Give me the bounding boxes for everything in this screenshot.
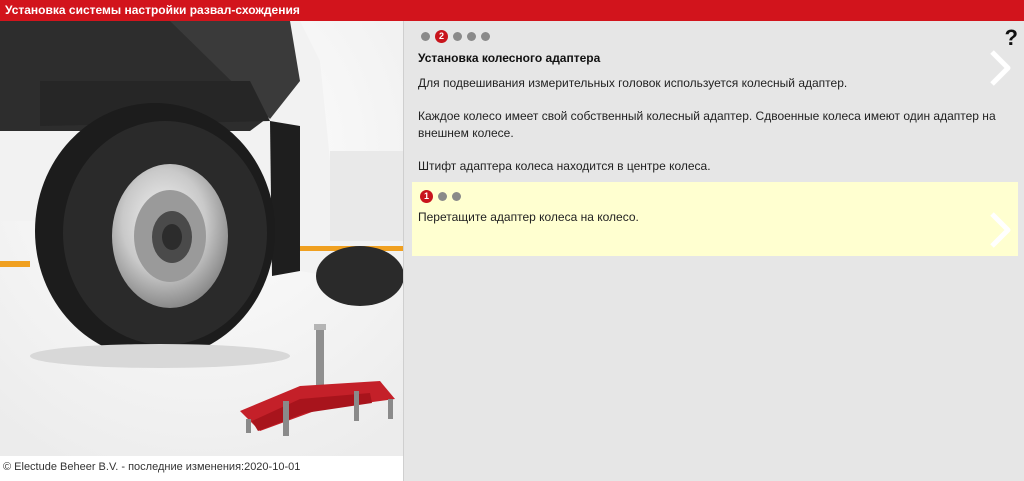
chevron-right-icon bbox=[990, 50, 1011, 86]
truck-wheel-illustration bbox=[0, 21, 403, 456]
step-dot[interactable] bbox=[481, 32, 490, 41]
paragraph-3: Штифт адаптера колеса находится в центре… bbox=[418, 159, 711, 173]
task-dot-current[interactable]: 1 bbox=[420, 190, 433, 203]
step-title: Установка колесного адаптера bbox=[418, 51, 601, 65]
next-task-button[interactable] bbox=[987, 210, 1013, 250]
illustration-panel bbox=[0, 21, 404, 456]
copyright-text: © Electude Beheer B.V. - последние измен… bbox=[3, 461, 301, 473]
window-title-bar: Установка системы настройки развал-схожд… bbox=[0, 0, 1024, 21]
step-dot-current[interactable]: 2 bbox=[435, 30, 448, 43]
instruction-panel: 2 ? Установка колесного адаптера Для под… bbox=[405, 21, 1024, 481]
copyright-footer: © Electude Beheer B.V. - последние измен… bbox=[0, 456, 404, 481]
chevron-right-icon bbox=[990, 212, 1011, 248]
next-step-button[interactable] bbox=[987, 48, 1013, 88]
step-progress-dots: 2 bbox=[421, 30, 490, 43]
step-dot[interactable] bbox=[467, 32, 476, 41]
paragraph-2: Каждое колесо имеет свой собственный кол… bbox=[418, 109, 996, 140]
task-dot[interactable] bbox=[438, 192, 447, 201]
step-dot[interactable] bbox=[453, 32, 462, 41]
paragraph-1: Для подвешивания измерительных головок и… bbox=[418, 76, 848, 90]
task-progress-dots: 1 bbox=[420, 190, 461, 203]
task-instruction: Перетащите адаптер колеса на колесо. bbox=[418, 210, 639, 224]
step-dot[interactable] bbox=[421, 32, 430, 41]
task-box: 1 Перетащите адаптер колеса на колесо. bbox=[412, 182, 1018, 256]
question-mark-icon: ? bbox=[1004, 25, 1018, 50]
window-title: Установка системы настройки развал-схожд… bbox=[5, 3, 300, 17]
task-dot[interactable] bbox=[452, 192, 461, 201]
